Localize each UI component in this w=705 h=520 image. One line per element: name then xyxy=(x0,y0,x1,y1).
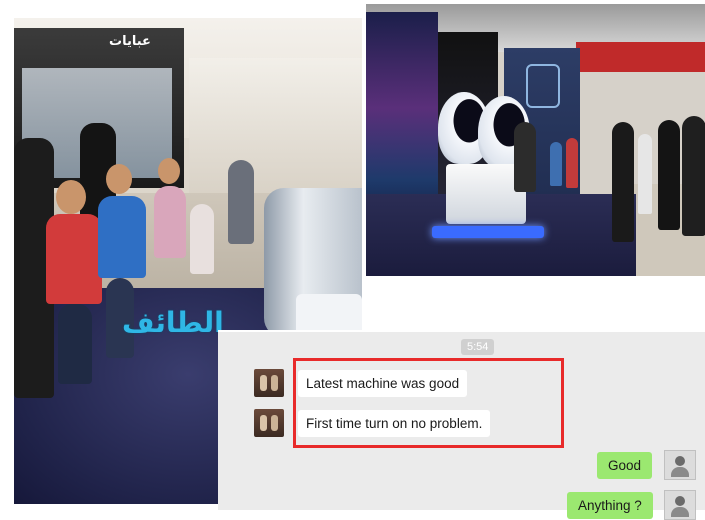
operator xyxy=(514,122,536,192)
banner-logo-icon xyxy=(526,64,560,108)
child-blue-shirt xyxy=(98,196,146,278)
red-storefront xyxy=(576,42,705,72)
user-avatar[interactable] xyxy=(664,490,696,520)
mall-corridor xyxy=(189,58,362,198)
arabic-watermark: الطائف xyxy=(122,306,224,339)
vr-booth-photo-right xyxy=(363,4,705,276)
contact-avatar[interactable] xyxy=(254,409,284,437)
child-pink xyxy=(154,186,186,258)
user-avatar[interactable] xyxy=(664,450,696,480)
chat-panel: 5:54 Latest machine was good First time … xyxy=(218,330,705,520)
highlight-box xyxy=(293,358,564,448)
child-legs xyxy=(58,304,92,384)
message-bubble-sent[interactable]: Good xyxy=(597,452,653,479)
led-strip xyxy=(432,226,544,238)
child-red-shirt xyxy=(46,214,102,304)
message-bubble-sent[interactable]: Anything ? xyxy=(567,492,653,519)
contact-avatar[interactable] xyxy=(254,369,284,397)
man-standing xyxy=(228,160,254,244)
store-sign: عبايات xyxy=(109,34,151,49)
chat-timestamp: 5:54 xyxy=(461,339,495,355)
